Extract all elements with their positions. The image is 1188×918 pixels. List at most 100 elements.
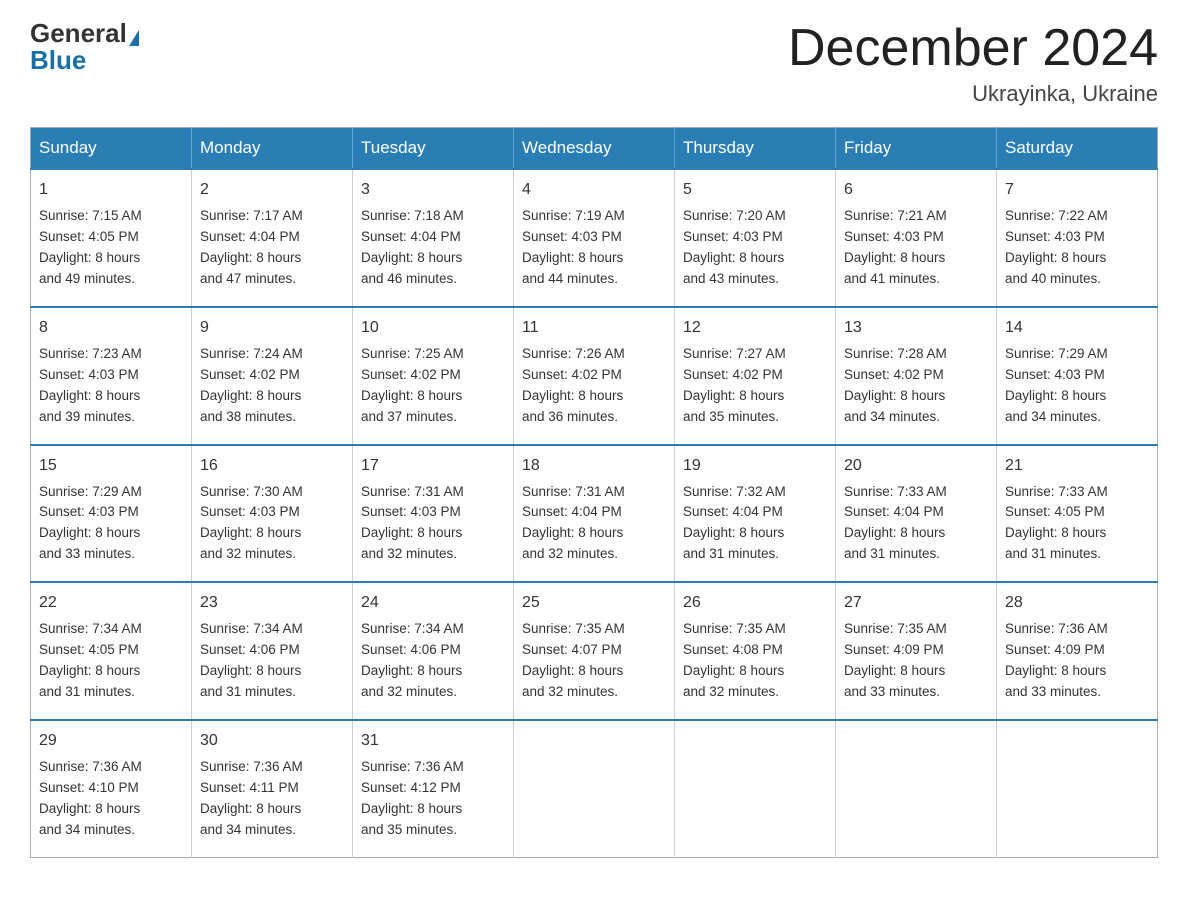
day-info: Sunrise: 7:34 AM Sunset: 4:06 PM Dayligh… [361, 619, 505, 703]
day-info: Sunrise: 7:36 AM Sunset: 4:09 PM Dayligh… [1005, 619, 1149, 703]
day-number: 18 [522, 454, 666, 478]
calendar-table: Sunday Monday Tuesday Wednesday Thursday… [30, 127, 1158, 857]
calendar-week-row: 29 Sunrise: 7:36 AM Sunset: 4:10 PM Dayli… [31, 720, 1158, 857]
location-text: Ukrayinka, Ukraine [788, 81, 1158, 107]
calendar-header: Sunday Monday Tuesday Wednesday Thursday… [31, 128, 1158, 170]
day-info: Sunrise: 7:36 AM Sunset: 4:11 PM Dayligh… [200, 757, 344, 841]
day-info: Sunrise: 7:15 AM Sunset: 4:05 PM Dayligh… [39, 206, 183, 290]
calendar-week-row: 15 Sunrise: 7:29 AM Sunset: 4:03 PM Dayli… [31, 445, 1158, 583]
day-info: Sunrise: 7:36 AM Sunset: 4:10 PM Dayligh… [39, 757, 183, 841]
day-number: 12 [683, 316, 827, 340]
day-info: Sunrise: 7:19 AM Sunset: 4:03 PM Dayligh… [522, 206, 666, 290]
logo-blue-text: Blue [30, 45, 86, 75]
col-tuesday: Tuesday [353, 128, 514, 170]
calendar-cell: 28Sunrise: 7:36 AM Sunset: 4:09 PM Dayli… [997, 582, 1158, 720]
day-info: Sunrise: 7:34 AM Sunset: 4:05 PM Dayligh… [39, 619, 183, 703]
calendar-cell: 27 Sunrise: 7:35 AM Sunset: 4:09 PM Dayli… [836, 582, 997, 720]
day-info: Sunrise: 7:25 AM Sunset: 4:02 PM Dayligh… [361, 344, 505, 428]
calendar-cell [997, 720, 1158, 857]
day-number: 10 [361, 316, 505, 340]
calendar-cell: 26 Sunrise: 7:35 AM Sunset: 4:08 PM Dayli… [675, 582, 836, 720]
calendar-cell: 29 Sunrise: 7:36 AM Sunset: 4:10 PM Dayli… [31, 720, 192, 857]
col-sunday: Sunday [31, 128, 192, 170]
calendar-cell: 22 Sunrise: 7:34 AM Sunset: 4:05 PM Dayli… [31, 582, 192, 720]
day-number: 24 [361, 591, 505, 615]
day-info: Sunrise: 7:31 AM Sunset: 4:03 PM Dayligh… [361, 482, 505, 566]
day-info: Sunrise: 7:35 AM Sunset: 4:07 PM Dayligh… [522, 619, 666, 703]
day-info: Sunrise: 7:22 AM Sunset: 4:03 PM Dayligh… [1005, 206, 1149, 290]
calendar-cell: 7Sunrise: 7:22 AM Sunset: 4:03 PM Daylig… [997, 169, 1158, 307]
calendar-week-row: 22 Sunrise: 7:34 AM Sunset: 4:05 PM Dayli… [31, 582, 1158, 720]
day-info: Sunrise: 7:26 AM Sunset: 4:02 PM Dayligh… [522, 344, 666, 428]
calendar-cell: 6 Sunrise: 7:21 AM Sunset: 4:03 PM Daylig… [836, 169, 997, 307]
day-info: Sunrise: 7:33 AM Sunset: 4:04 PM Dayligh… [844, 482, 988, 566]
calendar-cell: 30 Sunrise: 7:36 AM Sunset: 4:11 PM Dayli… [192, 720, 353, 857]
calendar-cell: 13Sunrise: 7:28 AM Sunset: 4:02 PM Dayli… [836, 307, 997, 445]
day-number: 15 [39, 454, 183, 478]
day-number: 31 [361, 729, 505, 753]
day-number: 1 [39, 178, 183, 202]
calendar-cell: 2 Sunrise: 7:17 AM Sunset: 4:04 PM Daylig… [192, 169, 353, 307]
calendar-cell: 4 Sunrise: 7:19 AM Sunset: 4:03 PM Daylig… [514, 169, 675, 307]
day-number: 6 [844, 178, 988, 202]
calendar-cell: 8 Sunrise: 7:23 AM Sunset: 4:03 PM Daylig… [31, 307, 192, 445]
day-number: 19 [683, 454, 827, 478]
col-wednesday: Wednesday [514, 128, 675, 170]
day-number: 29 [39, 729, 183, 753]
day-number: 14 [1005, 316, 1149, 340]
day-number: 22 [39, 591, 183, 615]
calendar-cell: 21Sunrise: 7:33 AM Sunset: 4:05 PM Dayli… [997, 445, 1158, 583]
day-info: Sunrise: 7:23 AM Sunset: 4:03 PM Dayligh… [39, 344, 183, 428]
day-number: 2 [200, 178, 344, 202]
day-number: 9 [200, 316, 344, 340]
logo-top-row: General [30, 20, 139, 47]
col-monday: Monday [192, 128, 353, 170]
day-info: Sunrise: 7:24 AM Sunset: 4:02 PM Dayligh… [200, 344, 344, 428]
calendar-cell: 18Sunrise: 7:31 AM Sunset: 4:04 PM Dayli… [514, 445, 675, 583]
calendar-cell: 10 Sunrise: 7:25 AM Sunset: 4:02 PM Dayli… [353, 307, 514, 445]
calendar-week-row: 1 Sunrise: 7:15 AM Sunset: 4:05 PM Daylig… [31, 169, 1158, 307]
day-info: Sunrise: 7:35 AM Sunset: 4:08 PM Dayligh… [683, 619, 827, 703]
day-info: Sunrise: 7:17 AM Sunset: 4:04 PM Dayligh… [200, 206, 344, 290]
calendar-cell: 9 Sunrise: 7:24 AM Sunset: 4:02 PM Daylig… [192, 307, 353, 445]
logo: General Blue [30, 20, 139, 74]
col-thursday: Thursday [675, 128, 836, 170]
calendar-cell: 25 Sunrise: 7:35 AM Sunset: 4:07 PM Dayli… [514, 582, 675, 720]
calendar-cell: 1 Sunrise: 7:15 AM Sunset: 4:05 PM Daylig… [31, 169, 192, 307]
day-info: Sunrise: 7:36 AM Sunset: 4:12 PM Dayligh… [361, 757, 505, 841]
day-number: 26 [683, 591, 827, 615]
day-number: 17 [361, 454, 505, 478]
day-number: 13 [844, 316, 988, 340]
logo-general-text: General [30, 18, 127, 48]
day-number: 16 [200, 454, 344, 478]
day-number: 25 [522, 591, 666, 615]
day-number: 4 [522, 178, 666, 202]
col-saturday: Saturday [997, 128, 1158, 170]
day-info: Sunrise: 7:29 AM Sunset: 4:03 PM Dayligh… [39, 482, 183, 566]
calendar-body: 1 Sunrise: 7:15 AM Sunset: 4:05 PM Daylig… [31, 169, 1158, 857]
day-info: Sunrise: 7:34 AM Sunset: 4:06 PM Dayligh… [200, 619, 344, 703]
day-number: 20 [844, 454, 988, 478]
calendar-week-row: 8 Sunrise: 7:23 AM Sunset: 4:03 PM Daylig… [31, 307, 1158, 445]
calendar-cell [675, 720, 836, 857]
calendar-cell [836, 720, 997, 857]
day-number: 8 [39, 316, 183, 340]
col-friday: Friday [836, 128, 997, 170]
day-info: Sunrise: 7:27 AM Sunset: 4:02 PM Dayligh… [683, 344, 827, 428]
day-info: Sunrise: 7:30 AM Sunset: 4:03 PM Dayligh… [200, 482, 344, 566]
day-number: 21 [1005, 454, 1149, 478]
day-info: Sunrise: 7:32 AM Sunset: 4:04 PM Dayligh… [683, 482, 827, 566]
calendar-cell: 19 Sunrise: 7:32 AM Sunset: 4:04 PM Dayli… [675, 445, 836, 583]
calendar-cell: 11Sunrise: 7:26 AM Sunset: 4:02 PM Dayli… [514, 307, 675, 445]
title-block: December 2024 Ukrayinka, Ukraine [788, 20, 1158, 107]
day-number: 23 [200, 591, 344, 615]
calendar-cell: 3Sunrise: 7:18 AM Sunset: 4:04 PM Daylig… [353, 169, 514, 307]
calendar-cell: 12 Sunrise: 7:27 AM Sunset: 4:02 PM Dayli… [675, 307, 836, 445]
calendar-cell [514, 720, 675, 857]
day-info: Sunrise: 7:21 AM Sunset: 4:03 PM Dayligh… [844, 206, 988, 290]
day-number: 3 [361, 178, 505, 202]
day-info: Sunrise: 7:35 AM Sunset: 4:09 PM Dayligh… [844, 619, 988, 703]
calendar-cell: 23 Sunrise: 7:34 AM Sunset: 4:06 PM Dayli… [192, 582, 353, 720]
day-number: 30 [200, 729, 344, 753]
day-number: 27 [844, 591, 988, 615]
